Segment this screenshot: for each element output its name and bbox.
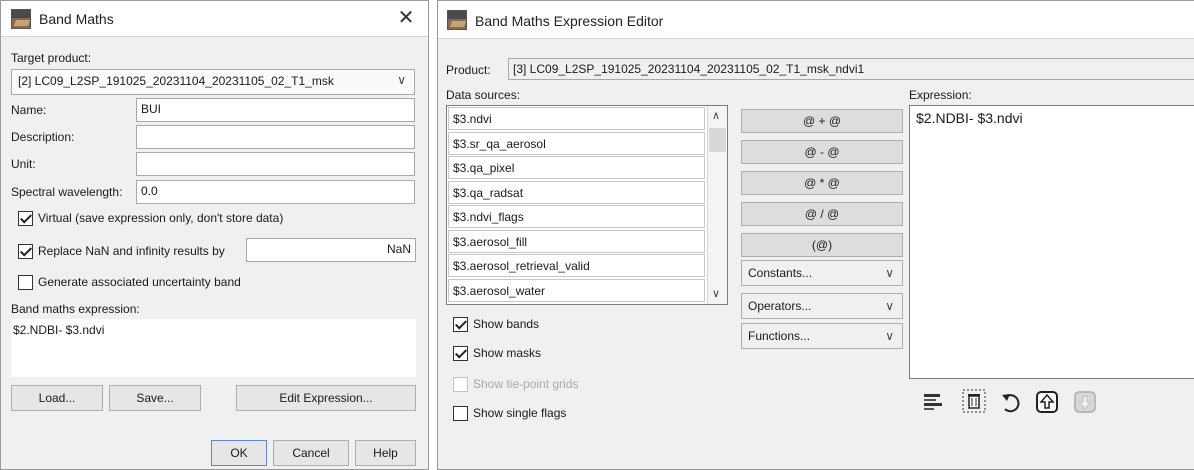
expression-label: Expression: [909, 88, 972, 102]
data-sources-scrollbar[interactable]: ∧ ∨ [707, 106, 727, 304]
band-maths-titlebar: Band Maths ✕ [1, 1, 428, 37]
data-source-item[interactable]: $3.aerosol_fill [448, 229, 705, 253]
divide-operator-button[interactable]: @ / @ [741, 202, 903, 226]
load-button[interactable]: Load... [11, 385, 103, 411]
band-maths-expression-area[interactable]: $2.NDBI- $3.ndvi [11, 319, 416, 377]
product-value: [3] LC09_L2SP_191025_20231104_20231105_0… [513, 62, 865, 76]
description-label: Description: [11, 130, 75, 144]
scroll-thumb[interactable] [709, 128, 726, 152]
virtual-label: Virtual (save expression only, don't sto… [38, 211, 284, 225]
replace-nan-label: Replace NaN and infinity results by [38, 244, 225, 258]
functions-dropdown[interactable]: Functions... ∨ [741, 323, 903, 349]
operators-label: Operators... [748, 299, 812, 313]
data-source-item[interactable]: $3.aerosol_retrieval_valid [448, 254, 705, 277]
uncertainty-label: Generate associated uncertainty band [38, 275, 241, 289]
data-source-item[interactable]: $3.qa_radsat [448, 180, 705, 204]
data-source-item[interactable]: $3.sr_qa_aerosol [448, 131, 705, 155]
snap-app-icon [11, 9, 31, 29]
unit-field[interactable] [136, 152, 415, 176]
multiply-operator-button[interactable]: @ * @ [741, 171, 903, 195]
target-product-label: Target product: [11, 51, 92, 65]
subtract-operator-button[interactable]: @ - @ [741, 140, 903, 164]
product-field: [3] LC09_L2SP_191025_20231104_20231105_0… [508, 58, 1194, 80]
description-field[interactable] [136, 125, 415, 149]
data-sources-list[interactable]: $3.ndvi $3.sr_qa_aerosol $3.qa_pixel $3.qa_… [446, 105, 728, 305]
uncertainty-checkbox[interactable] [18, 275, 33, 290]
add-operator-button[interactable]: @ + @ [741, 109, 903, 133]
virtual-checkbox[interactable] [18, 211, 33, 226]
replace-nan-value-field[interactable]: NaN [246, 238, 416, 262]
target-product-value: [2] LC09_L2SP_191025_20231104_20231105_0… [18, 74, 334, 88]
band-maths-dialog: Band Maths ✕ Target product: [2] LC09_L2… [0, 0, 429, 470]
edit-expression-button[interactable]: Edit Expression... [236, 385, 416, 411]
undo-icon[interactable] [999, 391, 1023, 415]
help-button[interactable]: Help [355, 440, 416, 466]
band-maths-expression-label: Band maths expression: [11, 302, 140, 316]
show-masks-label: Show masks [473, 346, 542, 360]
target-product-select[interactable]: [2] LC09_L2SP_191025_20231104_20231105_0… [11, 69, 415, 95]
show-bands-checkbox[interactable] [453, 317, 468, 332]
snap-app-icon [447, 10, 467, 30]
unit-label: Unit: [11, 157, 36, 171]
data-source-item[interactable]: $3.aerosol_water [448, 278, 705, 302]
scroll-up-icon[interactable]: ∧ [712, 109, 720, 122]
show-single-flags-checkbox[interactable] [453, 406, 468, 421]
show-masks-checkbox[interactable] [453, 346, 468, 361]
spectral-wavelength-field[interactable]: 0.0 [136, 180, 415, 204]
chevron-down-icon: ∨ [885, 329, 894, 343]
close-icon[interactable]: ✕ [396, 7, 416, 29]
product-label: Product: [446, 63, 491, 77]
parentheses-button[interactable]: (@) [741, 233, 903, 257]
scroll-down-icon[interactable]: ∨ [712, 287, 720, 300]
expression-editor-titlebar: Band Maths Expression Editor [438, 1, 1194, 39]
data-source-item[interactable]: $3.qa_pixel [448, 156, 705, 179]
editor-title: Band Maths Expression Editor [475, 13, 664, 29]
delete-icon[interactable] [962, 389, 986, 413]
show-tie-point-grids-label: Show tie-point grids [473, 377, 579, 391]
ok-button[interactable]: OK [211, 440, 267, 466]
spectral-wavelength-label: Spectral wavelength: [11, 185, 123, 199]
expression-editor-dialog: Band Maths Expression Editor Product: [3… [437, 0, 1194, 470]
functions-label: Functions... [748, 329, 811, 343]
constants-label: Constants... [748, 266, 813, 280]
chevron-down-icon: ∨ [885, 299, 894, 313]
clear-icon[interactable] [922, 391, 946, 415]
replace-nan-checkbox[interactable] [18, 244, 33, 259]
cancel-button[interactable]: Cancel [273, 440, 349, 466]
show-tie-point-grids-checkbox [453, 377, 468, 392]
data-sources-label: Data sources: [446, 88, 521, 102]
name-field[interactable]: BUI [136, 98, 415, 122]
download-icon [1074, 391, 1096, 413]
chevron-down-icon: ∨ [885, 266, 894, 280]
data-source-item[interactable]: $3.ndvi [448, 107, 705, 130]
constants-dropdown[interactable]: Constants... ∨ [741, 260, 903, 286]
dialog-title: Band Maths [39, 11, 114, 27]
name-label: Name: [11, 103, 47, 117]
expression-textarea[interactable]: $2.NDBI- $3.ndvi [909, 105, 1194, 379]
upload-icon[interactable] [1035, 390, 1059, 414]
operators-dropdown[interactable]: Operators... ∨ [741, 293, 903, 319]
show-bands-label: Show bands [473, 317, 540, 331]
data-source-item[interactable]: $3.ndvi_flags [448, 205, 705, 228]
show-single-flags-label: Show single flags [473, 406, 567, 420]
save-button[interactable]: Save... [109, 385, 201, 411]
chevron-down-icon: ∨ [397, 73, 406, 87]
